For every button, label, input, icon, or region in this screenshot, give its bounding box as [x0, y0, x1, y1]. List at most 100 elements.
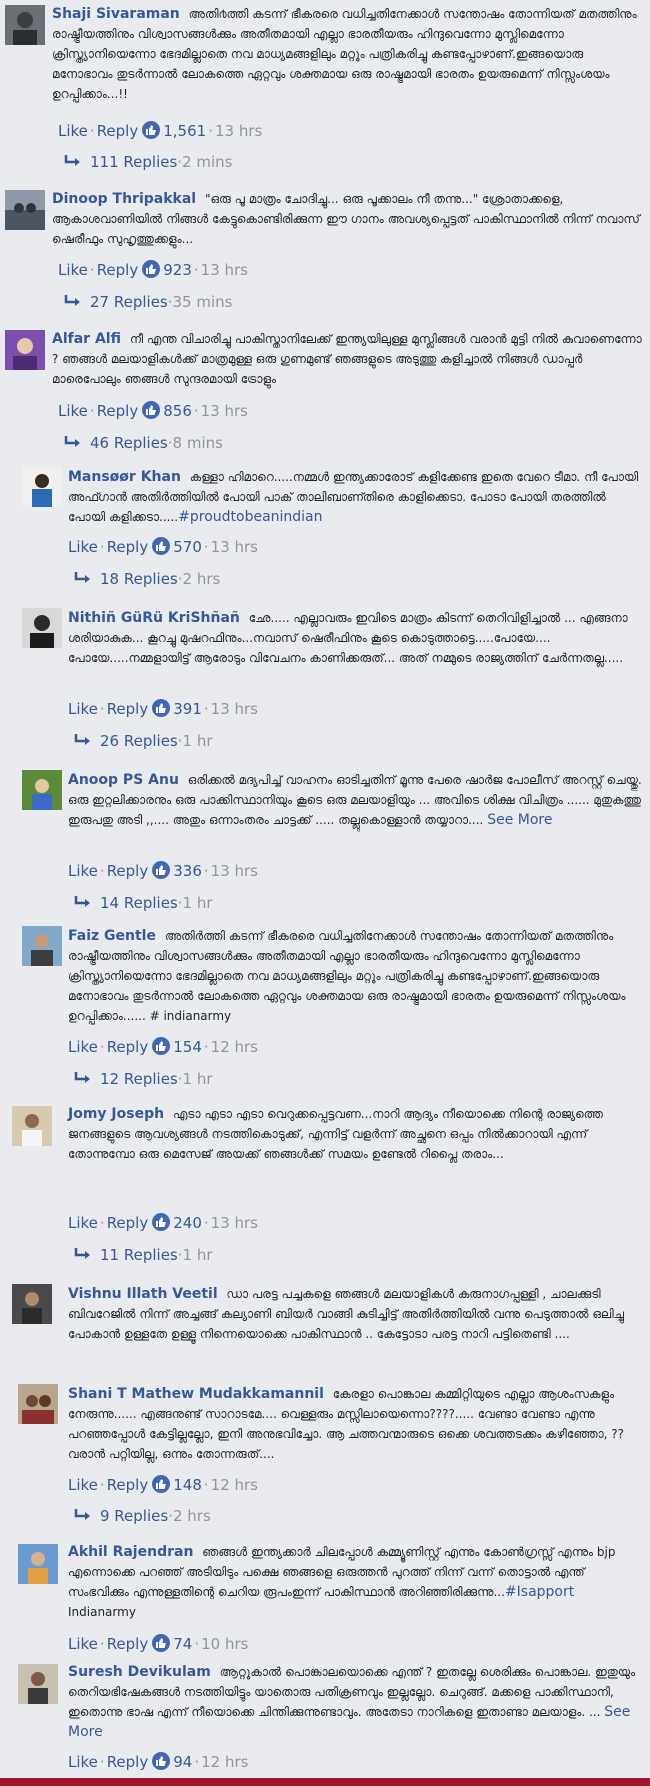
like-link[interactable]: Like — [68, 538, 98, 556]
view-replies[interactable]: 18 Replies·2 hrs — [74, 569, 220, 589]
replies-count[interactable]: 26 Replies — [100, 732, 178, 750]
replies-time: 1 hr — [182, 894, 213, 912]
comment-text: Nithiñ GüRü KriShñañ ഛേ..... എല്ലാവരും ഇ… — [68, 608, 642, 668]
avatar[interactable] — [5, 5, 45, 45]
avatar[interactable] — [22, 926, 62, 966]
like-count[interactable]: 148 — [173, 1476, 202, 1494]
replies-count[interactable]: 46 Replies — [90, 434, 168, 452]
avatar[interactable] — [5, 330, 45, 370]
avatar[interactable] — [22, 770, 62, 810]
like-link[interactable]: Like — [68, 1635, 98, 1653]
reply-link[interactable]: Reply — [107, 1038, 149, 1056]
hashtag-link[interactable]: #proudtobeanindian — [178, 509, 322, 525]
comment-time[interactable]: 10 hrs — [201, 1635, 248, 1653]
avatar[interactable] — [12, 1106, 52, 1146]
comment-author[interactable]: Suresh Devikulam — [68, 1664, 216, 1680]
separator: · — [203, 538, 209, 556]
comment-time[interactable]: 13 hrs — [201, 261, 248, 279]
like-count[interactable]: 154 — [173, 1038, 202, 1056]
view-replies[interactable]: 11 Replies·1 hr — [74, 1245, 213, 1265]
reply-link[interactable]: Reply — [107, 700, 149, 718]
comment-author[interactable]: Faiz Gentle — [68, 928, 161, 944]
replies-count[interactable]: 111 Replies — [90, 153, 177, 171]
like-link[interactable]: Like — [68, 1038, 98, 1056]
like-link[interactable]: Like — [68, 862, 98, 880]
view-replies[interactable]: 111 Replies·2 mins — [64, 152, 232, 172]
comment-actions: Like · Reply 148 · 12 hrs — [68, 1475, 258, 1495]
like-count[interactable]: 94 — [173, 1753, 192, 1771]
reply-link[interactable]: Reply — [107, 1635, 149, 1653]
comment-author[interactable]: Dinoop Thripakkal — [52, 191, 201, 207]
reply-link[interactable]: Reply — [97, 261, 139, 279]
view-replies[interactable]: 46 Replies·8 mins — [64, 433, 223, 453]
reply-link[interactable]: Reply — [107, 538, 149, 556]
like-link[interactable]: Like — [68, 700, 98, 718]
like-link[interactable]: Like — [58, 122, 88, 140]
replies-count[interactable]: 27 Replies — [90, 293, 168, 311]
comment-time[interactable]: 12 hrs — [201, 1753, 248, 1771]
avatar[interactable] — [22, 608, 62, 648]
separator: · — [203, 1214, 209, 1232]
like-link[interactable]: Like — [58, 402, 88, 420]
like-count[interactable]: 923 — [163, 261, 192, 279]
reply-link[interactable]: Reply — [107, 862, 149, 880]
avatar[interactable] — [18, 1544, 58, 1584]
hashtag-link[interactable]: #Isapport — [505, 1584, 574, 1600]
comment-time[interactable]: 13 hrs — [211, 1214, 258, 1232]
separator: · — [203, 1476, 209, 1494]
comment-author[interactable]: Mansøør Khan — [68, 469, 186, 485]
view-replies[interactable]: 27 Replies·35 mins — [64, 292, 232, 312]
view-replies[interactable]: 26 Replies·1 hr — [74, 731, 213, 751]
like-link[interactable]: Like — [58, 261, 88, 279]
separator: · — [203, 862, 209, 880]
reply-link[interactable]: Reply — [97, 402, 139, 420]
avatar[interactable] — [5, 190, 45, 230]
see-more-link[interactable]: See More — [487, 812, 552, 828]
comment-author[interactable]: Shaji Sivaraman — [52, 6, 185, 22]
reply-link[interactable]: Reply — [107, 1476, 149, 1494]
comment-author[interactable]: Akhil Rajendran — [68, 1544, 198, 1560]
separator: · — [99, 862, 105, 880]
avatar[interactable] — [22, 467, 62, 507]
comment-author[interactable]: Vishnu Illath Veetil — [68, 1286, 223, 1302]
view-replies[interactable]: 12 Replies·1 hr — [74, 1069, 213, 1089]
like-count[interactable]: 391 — [173, 700, 202, 718]
like-count[interactable]: 856 — [163, 402, 192, 420]
comment-time[interactable]: 12 hrs — [211, 1038, 258, 1056]
reply-link[interactable]: Reply — [107, 1214, 149, 1232]
reply-arrow-icon — [74, 732, 92, 746]
comment-time[interactable]: 13 hrs — [215, 122, 262, 140]
comment-time[interactable]: 13 hrs — [201, 402, 248, 420]
comment-text: Jomy Joseph എടാ എടാ എടാ വെറുക്കപ്പെട്ടവണ… — [68, 1104, 642, 1164]
comment-time[interactable]: 13 hrs — [211, 538, 258, 556]
replies-count[interactable]: 14 Replies — [100, 894, 178, 912]
like-count[interactable]: 240 — [173, 1214, 202, 1232]
avatar[interactable] — [12, 1284, 52, 1324]
like-count[interactable]: 1,561 — [163, 122, 206, 140]
like-count[interactable]: 570 — [173, 538, 202, 556]
comment-time[interactable]: 13 hrs — [211, 862, 258, 880]
comment-author[interactable]: Jomy Joseph — [68, 1106, 169, 1122]
like-link[interactable]: Like — [68, 1753, 98, 1771]
comment-author[interactable]: Anoop PS Anu — [68, 772, 184, 788]
reply-link[interactable]: Reply — [107, 1753, 149, 1771]
view-replies[interactable]: 14 Replies·1 hr — [74, 893, 213, 913]
comment-time[interactable]: 12 hrs — [211, 1476, 258, 1494]
replies-count[interactable]: 9 Replies — [100, 1507, 168, 1525]
replies-count[interactable]: 12 Replies — [100, 1070, 178, 1088]
comment-author[interactable]: Shani T Mathew Mudakkamannil — [68, 1386, 329, 1402]
like-count[interactable]: 74 — [173, 1635, 192, 1653]
like-link[interactable]: Like — [68, 1476, 98, 1494]
comment: Mansøør Khan കള്ളാ ഹിമാറെ.....നമ്മൾ ഇന്ത… — [0, 463, 650, 603]
replies-count[interactable]: 11 Replies — [100, 1246, 178, 1264]
avatar[interactable] — [18, 1384, 58, 1424]
comment-author[interactable]: Nithiñ GüRü KriShñañ — [68, 610, 245, 626]
replies-count[interactable]: 18 Replies — [100, 570, 178, 588]
like-link[interactable]: Like — [68, 1214, 98, 1232]
comment-author[interactable]: Alfar Alfi — [52, 331, 126, 347]
view-replies[interactable]: 9 Replies·2 hrs — [74, 1506, 211, 1526]
comment-time[interactable]: 13 hrs — [211, 700, 258, 718]
like-count[interactable]: 336 — [173, 862, 202, 880]
reply-link[interactable]: Reply — [97, 122, 139, 140]
avatar[interactable] — [18, 1664, 58, 1704]
